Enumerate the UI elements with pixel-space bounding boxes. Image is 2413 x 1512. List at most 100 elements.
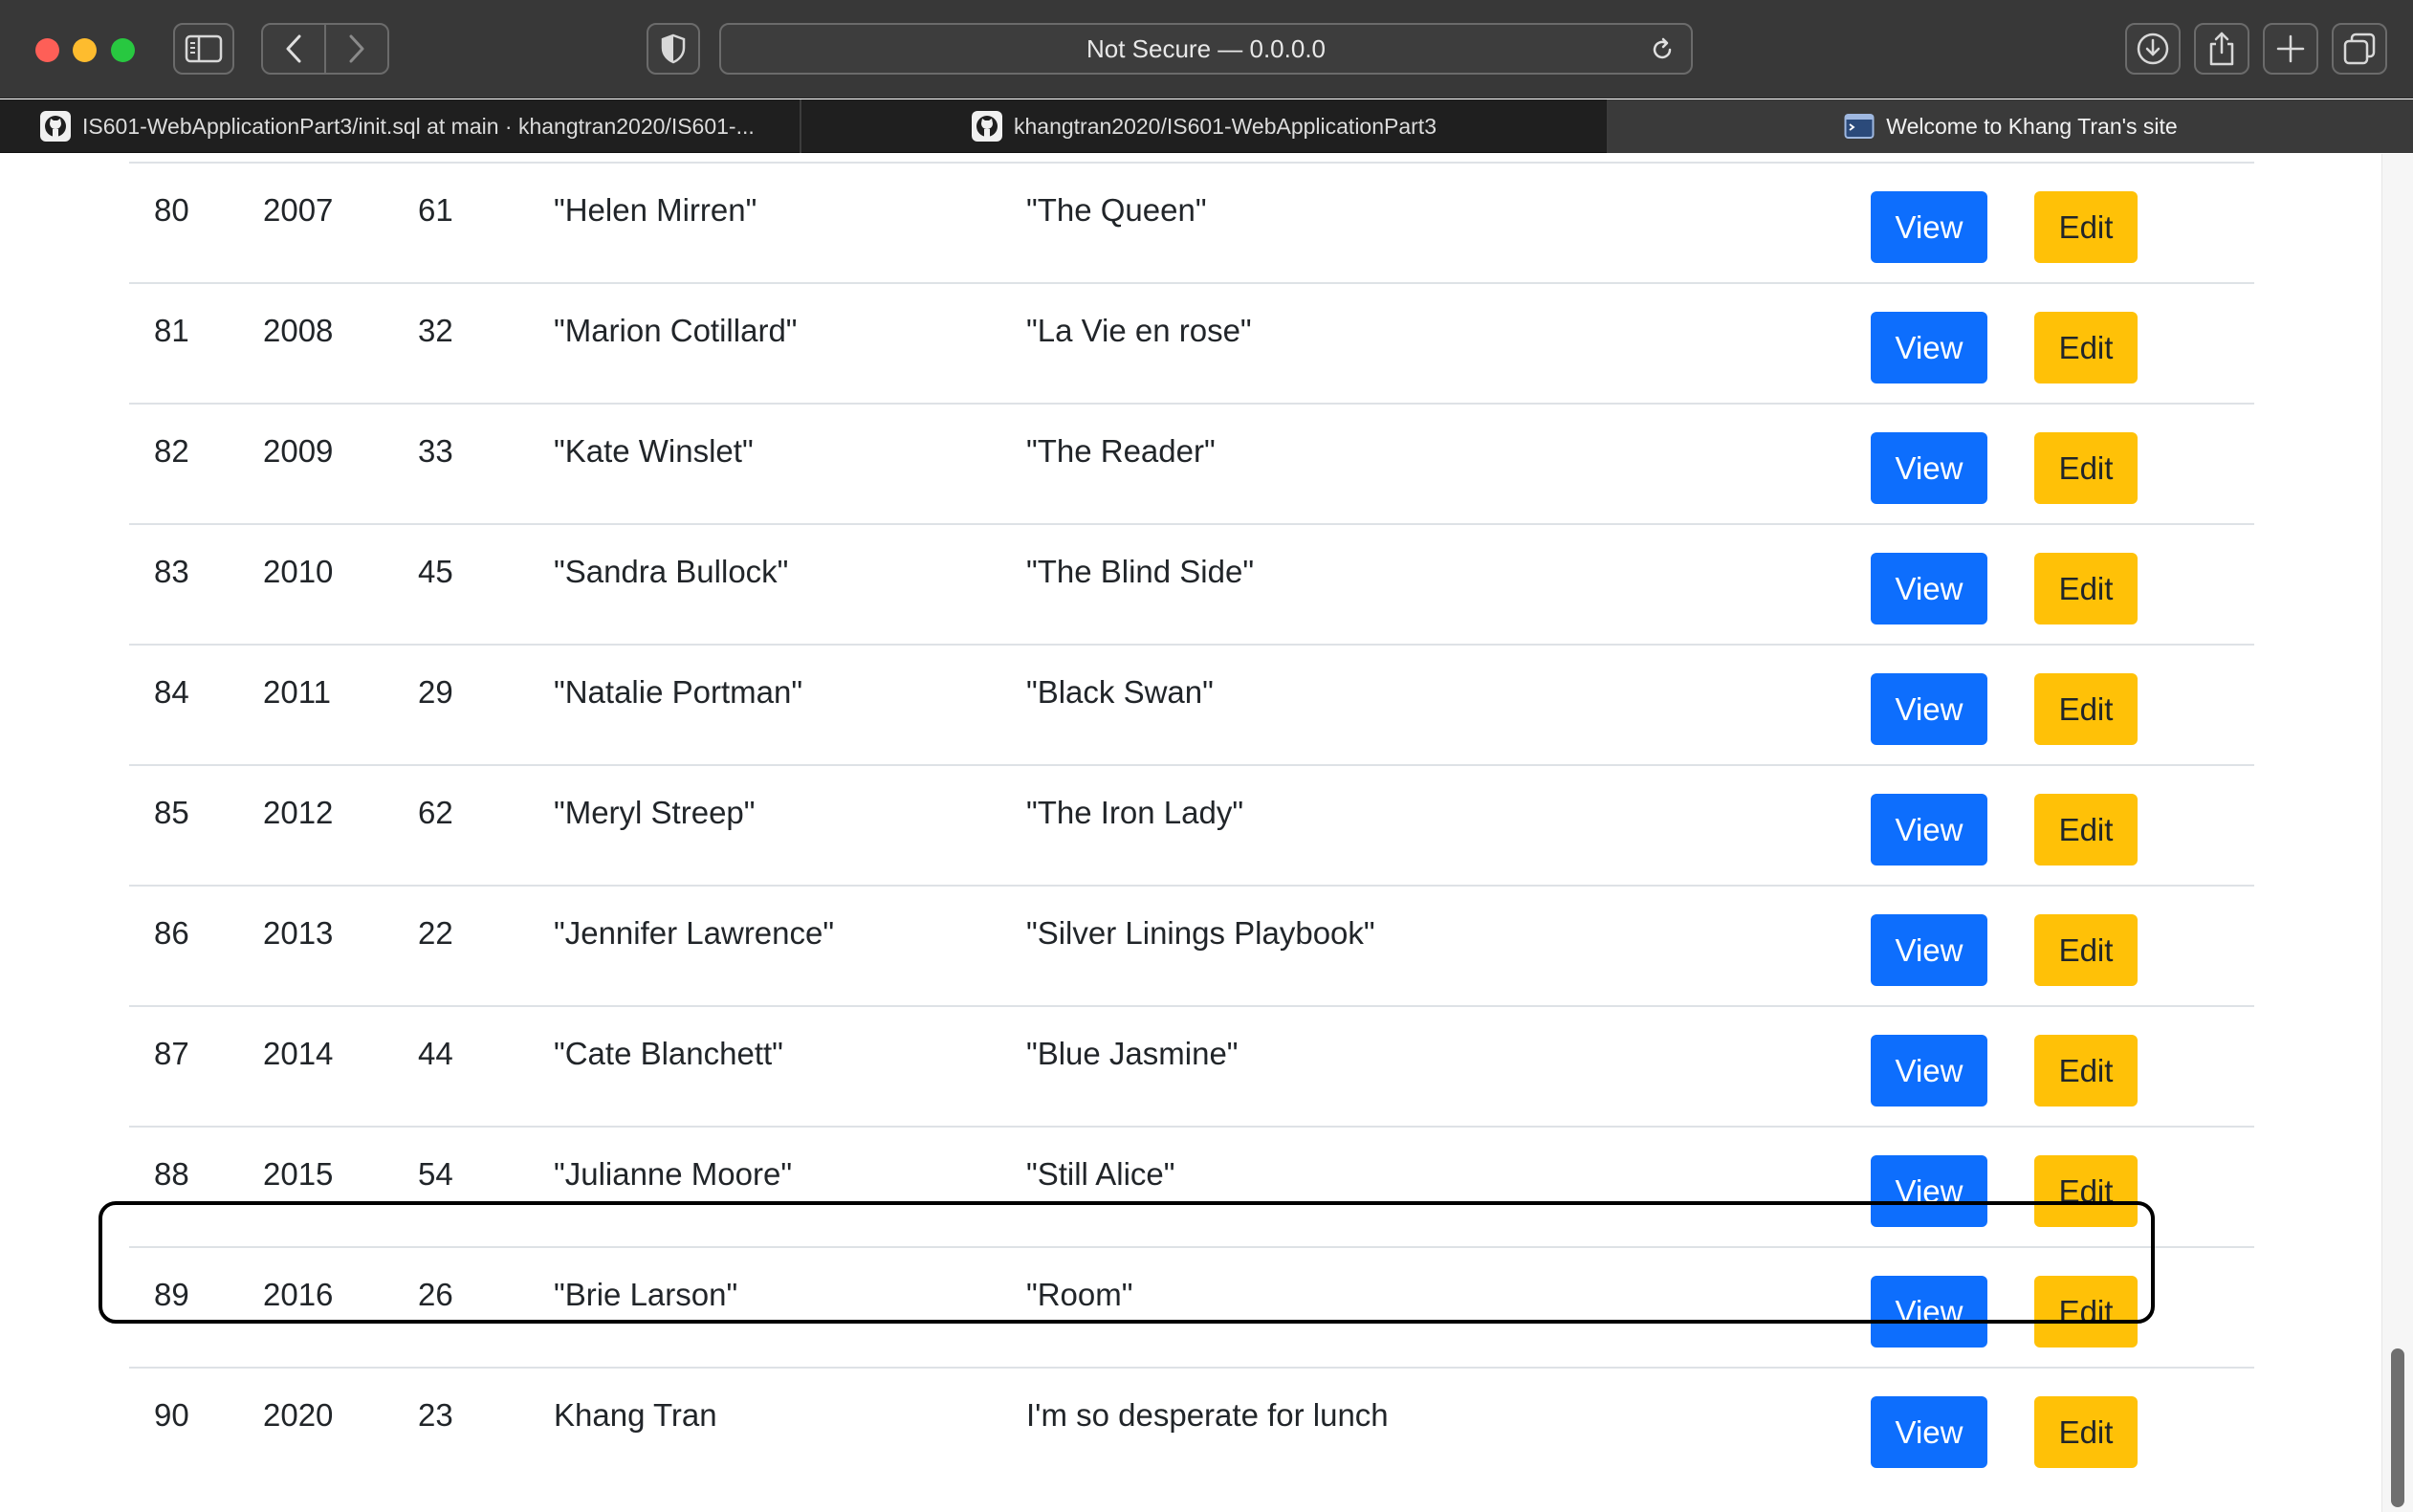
- cell-id: 86: [154, 915, 189, 951]
- cell-name: "Julianne Moore": [554, 1156, 793, 1192]
- view-button[interactable]: View: [1871, 914, 1987, 986]
- scrollbar-track[interactable]: [2381, 154, 2413, 1512]
- cell-name: "Helen Mirren": [554, 192, 757, 228]
- edit-button[interactable]: Edit: [2034, 794, 2138, 866]
- view-button[interactable]: View: [1871, 1396, 1987, 1468]
- reload-icon[interactable]: [1649, 36, 1676, 63]
- cell-name: "Meryl Streep": [554, 795, 756, 830]
- back-button[interactable]: [263, 25, 324, 73]
- minimize-window-button[interactable]: [73, 38, 97, 62]
- share-button[interactable]: [2194, 23, 2249, 75]
- cell-year: 2010: [263, 554, 334, 589]
- cell-id: 81: [154, 313, 189, 348]
- cell-movie: "Blue Jasmine": [1026, 1036, 1239, 1071]
- cell-movie: "Black Swan": [1026, 674, 1214, 710]
- view-button[interactable]: View: [1871, 794, 1987, 866]
- github-icon: [972, 111, 1002, 142]
- cell-movie: "The Queen": [1026, 192, 1207, 228]
- edit-button[interactable]: Edit: [2034, 914, 2138, 986]
- edit-button[interactable]: Edit: [2034, 432, 2138, 504]
- tab-title: IS601-WebApplicationPart3/init.sql at ma…: [82, 113, 755, 139]
- table-row: 82 2009 33 "Kate Winslet" "The Reader" View Ed…: [129, 405, 2254, 525]
- browser-toolbar: Not Secure — 0.0.0.0: [0, 0, 2413, 99]
- plus-icon: [2276, 34, 2305, 63]
- view-button[interactable]: View: [1871, 673, 1987, 745]
- view-button[interactable]: View: [1871, 1276, 1987, 1348]
- share-icon: [2209, 32, 2234, 66]
- new-tab-button[interactable]: [2263, 23, 2318, 75]
- table-row: 83 2010 45 "Sandra Bullock" "The Blind Side"…: [129, 525, 2254, 646]
- edit-button[interactable]: Edit: [2034, 1035, 2138, 1107]
- edit-button[interactable]: Edit: [2034, 1396, 2138, 1468]
- close-window-button[interactable]: [35, 38, 59, 62]
- zoom-window-button[interactable]: [111, 38, 135, 62]
- cell-age: 32: [418, 313, 453, 348]
- cell-movie: "The Blind Side": [1026, 554, 1255, 589]
- cell-year: 2016: [263, 1277, 334, 1312]
- cell-name: "Marion Cotillard": [554, 313, 798, 348]
- cell-name: "Cate Blanchett": [554, 1036, 783, 1071]
- cell-age: 62: [418, 795, 453, 830]
- cell-id: 83: [154, 554, 189, 589]
- edit-button[interactable]: Edit: [2034, 312, 2138, 383]
- cell-id: 89: [154, 1277, 189, 1312]
- table-row: 81 2008 32 "Marion Cotillard" "La Vie en ros…: [129, 284, 2254, 405]
- view-button[interactable]: View: [1871, 1155, 1987, 1227]
- cell-year: 2011: [263, 674, 331, 710]
- cell-age: 54: [418, 1156, 453, 1192]
- view-button[interactable]: View: [1871, 432, 1987, 504]
- cell-age: 61: [418, 192, 453, 228]
- edit-button[interactable]: Edit: [2034, 191, 2138, 263]
- downloads-button[interactable]: [2125, 23, 2181, 75]
- chevron-right-icon: [349, 34, 364, 63]
- address-text: Not Secure — 0.0.0.0: [1086, 33, 1327, 63]
- cell-name: Khang Tran: [554, 1397, 717, 1433]
- tab-welcome-active[interactable]: Welcome to Khang Tran's site: [1609, 99, 2413, 153]
- table-row: 84 2011 29 "Natalie Portman" "Black Swan" Vie…: [129, 646, 2254, 766]
- cell-age: 29: [418, 674, 453, 710]
- cell-id: 85: [154, 795, 189, 830]
- page-content: 80 2007 61 "Helen Mirren" "The Queen" View Edi…: [0, 154, 2381, 1512]
- edit-button[interactable]: Edit: [2034, 673, 2138, 745]
- download-icon: [2137, 33, 2169, 65]
- shield-icon: [661, 33, 686, 64]
- view-button[interactable]: View: [1871, 312, 1987, 383]
- forward-button[interactable]: [326, 25, 387, 73]
- cell-movie: I'm so desperate for lunch: [1026, 1397, 1389, 1433]
- cell-movie: "The Iron Lady": [1026, 795, 1244, 830]
- cell-year: 2020: [263, 1397, 334, 1433]
- cell-id: 90: [154, 1397, 189, 1433]
- sidebar-toggle-button[interactable]: [173, 23, 234, 75]
- cell-year: 2009: [263, 433, 334, 469]
- cell-name: "Kate Winslet": [554, 433, 754, 469]
- view-button[interactable]: View: [1871, 1035, 1987, 1107]
- cell-year: 2014: [263, 1036, 334, 1071]
- cell-age: 33: [418, 433, 453, 469]
- cell-movie: "Still Alice": [1026, 1156, 1175, 1192]
- edit-button[interactable]: Edit: [2034, 1155, 2138, 1227]
- cell-name: "Sandra Bullock": [554, 554, 789, 589]
- view-button[interactable]: View: [1871, 553, 1987, 625]
- tab-bar: IS601-WebApplicationPart3/init.sql at ma…: [0, 99, 2413, 153]
- cell-year: 2012: [263, 795, 334, 830]
- github-icon: [40, 111, 71, 142]
- tab-repository[interactable]: khangtran2020/IS601-WebApplicationPart3: [801, 99, 1609, 153]
- cell-id: 82: [154, 433, 189, 469]
- address-bar[interactable]: Not Secure — 0.0.0.0: [719, 23, 1693, 75]
- scrollbar-thumb[interactable]: [2391, 1348, 2404, 1507]
- table-row: 90 2020 23 Khang Tran I'm so desperate for l…: [129, 1369, 2254, 1489]
- edit-button[interactable]: Edit: [2034, 1276, 2138, 1348]
- table-row: 88 2015 54 "Julianne Moore" "Still Alice" Vie…: [129, 1128, 2254, 1248]
- view-button[interactable]: View: [1871, 191, 1987, 263]
- table-row: 80 2007 61 "Helen Mirren" "The Queen" View Edi…: [129, 164, 2254, 284]
- cell-id: 84: [154, 674, 189, 710]
- tab-init-sql[interactable]: IS601-WebApplicationPart3/init.sql at ma…: [0, 99, 801, 153]
- table-row: 89 2016 26 "Brie Larson" "Room" View Edit: [129, 1248, 2254, 1369]
- edit-button[interactable]: Edit: [2034, 553, 2138, 625]
- cell-year: 2007: [263, 192, 334, 228]
- cell-year: 2013: [263, 915, 334, 951]
- cell-age: 23: [418, 1397, 453, 1433]
- tab-overview-button[interactable]: [2332, 23, 2387, 75]
- privacy-report-button[interactable]: [647, 23, 700, 75]
- cell-movie: "Silver Linings Playbook": [1026, 915, 1375, 951]
